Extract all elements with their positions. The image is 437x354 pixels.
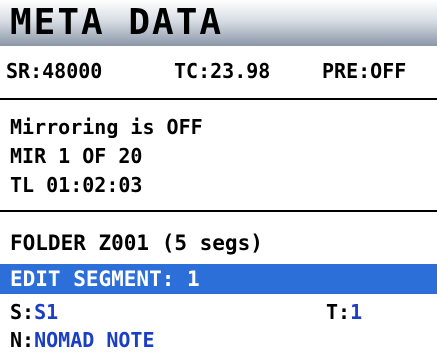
status-row: SR:48000 TC:23.98 PRE:OFF [0, 56, 437, 86]
scene-value: S1 [34, 300, 59, 324]
scene-take-row: S:S1 T:1 [0, 298, 437, 326]
take-label: T: [326, 300, 351, 324]
take-value: 1 [350, 300, 363, 324]
sample-rate-readout: SR:48000 [6, 59, 103, 83]
pre-roll-readout: PRE:OFF [322, 59, 407, 83]
timecode-readout: TC:23.98 [174, 59, 271, 83]
note-value: NOMAD NOTE [34, 328, 155, 352]
take-field[interactable]: T:1 [326, 298, 362, 326]
note-label: N: [10, 328, 35, 352]
mirroring-status: Mirroring is OFF [10, 115, 203, 139]
note-field[interactable]: N:NOMAD NOTE [10, 326, 155, 354]
scene-field[interactable]: S:S1 [10, 298, 58, 326]
divider [0, 98, 437, 100]
timeline-readout: TL 01:02:03 [10, 173, 143, 197]
mirror-count: MIR 1 OF 20 [10, 144, 143, 168]
page-title: META DATA [10, 2, 224, 43]
folder-label[interactable]: FOLDER Z001 (5 segs) [10, 229, 263, 257]
edit-segment-row[interactable]: EDIT SEGMENT: 1 [0, 264, 437, 294]
edit-segment-label: EDIT SEGMENT: 1 [10, 267, 200, 291]
note-row: N:NOMAD NOTE [0, 326, 437, 354]
scene-label: S: [10, 300, 35, 324]
title-bar: META DATA [0, 0, 437, 46]
divider [0, 210, 437, 212]
